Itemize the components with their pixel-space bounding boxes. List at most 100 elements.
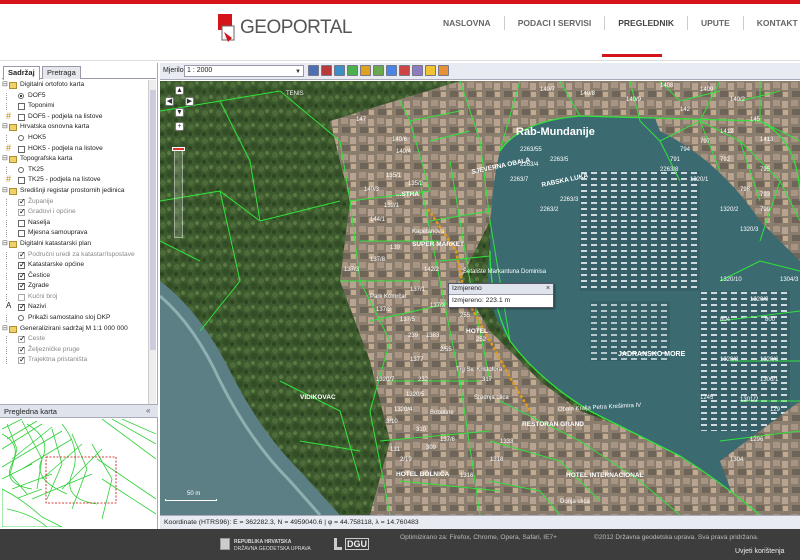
layer-radio[interactable]	[18, 134, 24, 141]
collapse-toggle-icon[interactable]: ⊟	[2, 187, 9, 194]
scrollbar-thumb[interactable]	[150, 90, 156, 350]
overview-map[interactable]	[2, 419, 156, 527]
layer-item[interactable]: Područni uredi za katastar/Ispostave	[2, 250, 148, 260]
layer-checkbox[interactable]	[18, 113, 25, 121]
layer-checkbox[interactable]	[18, 281, 26, 292]
layer-checkbox[interactable]	[18, 197, 26, 207]
search-icon[interactable]	[438, 65, 449, 76]
forward-arrow-icon[interactable]	[360, 65, 371, 76]
layer-item[interactable]: # HOK5 - podjela na listove	[2, 143, 148, 155]
layer-group[interactable]: ⊟ Generalizirani sadržaj M 1:1 000 000	[2, 324, 148, 335]
zoom-in-icon[interactable]: +	[175, 122, 184, 131]
logo[interactable]: GEOPORTAL	[218, 14, 353, 48]
layer-checkbox[interactable]	[18, 145, 25, 153]
overview-panel-header[interactable]: Pregledna karta «	[0, 404, 158, 418]
layer-checkbox[interactable]	[18, 230, 25, 238]
layer-item[interactable]: Željezničke pruge	[2, 345, 148, 355]
sidebar-tabs: Sadržaj Pretraga	[2, 65, 156, 80]
layer-item[interactable]: DOF5	[2, 91, 148, 102]
layer-item[interactable]: Ceste	[2, 334, 148, 345]
collapse-toggle-icon[interactable]: ⊟	[2, 123, 9, 130]
layer-radio[interactable]	[18, 315, 24, 322]
close-icon[interactable]: ×	[544, 285, 552, 293]
nav-item-upute[interactable]: UPUTE	[688, 16, 744, 30]
layer-radio[interactable]	[18, 166, 24, 173]
layer-item[interactable]: TK25	[2, 165, 148, 176]
tree-line-icon	[6, 336, 7, 344]
layer-label: Područni uredi za katastar/Ispostave	[28, 250, 135, 258]
dgu-logo-text[interactable]: DGU	[345, 538, 369, 550]
layer-group[interactable]: ⊟ Digitalni ortofoto karta	[2, 80, 148, 91]
layer-item[interactable]: Županije	[2, 197, 148, 207]
nav-item-naslovna[interactable]: NASLOVNA	[430, 16, 505, 30]
layer-checkbox[interactable]	[18, 355, 26, 366]
layer-label: Zgrade	[28, 282, 49, 290]
pan-left-icon[interactable]: ◀	[165, 97, 174, 106]
layer-item[interactable]: Zgrade	[2, 281, 148, 292]
layer-checkbox[interactable]	[18, 334, 26, 345]
pan-up-icon[interactable]: ▲	[175, 86, 184, 95]
nav-item-preglednik[interactable]: PREGLEDNIK	[605, 16, 688, 30]
measure-icon[interactable]	[399, 65, 410, 76]
layer-item[interactable]: Toponimi	[2, 101, 148, 112]
layer-tree-scrollbar[interactable]	[148, 80, 156, 404]
layer-group[interactable]: ⊟ Digitalni katastarski plan	[2, 239, 148, 250]
print-icon[interactable]	[334, 65, 345, 76]
layer-checkbox[interactable]	[18, 219, 25, 227]
active-nav-indicator	[602, 54, 662, 57]
map-layers-icon[interactable]	[321, 65, 332, 76]
scale-select[interactable]: 1 : 2000 ▼	[184, 65, 304, 77]
zoom-in-box-icon[interactable]	[373, 65, 384, 76]
collapse-toggle-icon[interactable]: ⊟	[2, 325, 9, 332]
layer-item[interactable]: Gradovi i općine	[2, 207, 148, 218]
layer-item[interactable]: # DOF5 - podjela na listove	[2, 111, 148, 123]
layer-item[interactable]: HOK5	[2, 133, 148, 144]
layer-item[interactable]: # TK25 - podjela na listove	[2, 174, 148, 186]
layer-item[interactable]: Prikaži samostalno sloj DKP	[2, 313, 148, 324]
pan-right-icon[interactable]: ▶	[185, 97, 194, 106]
collapse-toggle-icon[interactable]: ⊟	[2, 155, 9, 162]
nav-item-kontakt[interactable]: KONTAKT	[744, 16, 800, 30]
tab-sadrzaj[interactable]: Sadržaj	[3, 66, 40, 80]
full-extent-icon[interactable]	[308, 65, 319, 76]
collapse-toggle-icon[interactable]: ⊟	[2, 81, 9, 88]
info-icon[interactable]	[425, 65, 436, 76]
layer-checkbox[interactable]	[18, 293, 25, 301]
layer-radio[interactable]	[18, 92, 24, 99]
layer-checkbox[interactable]	[18, 250, 26, 260]
collapse-icon[interactable]: «	[146, 406, 150, 415]
layer-checkbox[interactable]	[18, 345, 26, 355]
layer-checkbox[interactable]	[18, 103, 25, 111]
layer-item[interactable]: A Nazivi	[2, 301, 148, 313]
layer-group[interactable]: ⊟ Hrvatska osnovna karta	[2, 122, 148, 133]
collapse-toggle-icon[interactable]: ⊟	[2, 240, 9, 247]
pan-icon[interactable]	[412, 65, 423, 76]
layer-checkbox[interactable]	[18, 302, 26, 313]
layer-item[interactable]: Mjesna samouprava	[2, 228, 148, 239]
layer-item[interactable]: Čestice	[2, 271, 148, 281]
layer-item[interactable]: Trajektna pristaništa	[2, 355, 148, 366]
terms-link[interactable]: Uvjeti korištenja	[735, 548, 784, 555]
zoom-out-box-icon[interactable]	[386, 65, 397, 76]
layer-group[interactable]: ⊟ Središnji registar prostornih jedinica	[2, 186, 148, 197]
overview-extent-box	[45, 456, 117, 504]
pan-down-icon[interactable]: ▼	[175, 108, 184, 117]
zoom-slider-thumb[interactable]	[172, 147, 185, 151]
scale-label: Mjerilo	[163, 67, 184, 74]
layer-item[interactable]: Naselja	[2, 218, 148, 229]
tree-line-icon	[6, 283, 7, 291]
overview-title: Pregledna karta	[4, 407, 57, 416]
layer-checkbox[interactable]	[18, 207, 26, 218]
layer-item[interactable]: Kućni broj	[2, 292, 148, 303]
zoom-slider[interactable]	[174, 148, 183, 238]
nav-item-podaci-i-servisi[interactable]: PODACI I SERVISI	[505, 16, 606, 30]
layer-checkbox[interactable]	[18, 177, 25, 185]
layer-group[interactable]: ⊟ Topografska karta	[2, 154, 148, 165]
layer-checkbox[interactable]	[18, 271, 26, 281]
layer-label: Željezničke pruge	[28, 345, 80, 353]
tab-pretraga[interactable]: Pretraga	[42, 66, 81, 79]
back-arrow-icon[interactable]	[347, 65, 358, 76]
layer-checkbox[interactable]	[18, 260, 26, 271]
tool-buttons	[308, 65, 449, 77]
layer-item[interactable]: Katastarske općine	[2, 260, 148, 271]
